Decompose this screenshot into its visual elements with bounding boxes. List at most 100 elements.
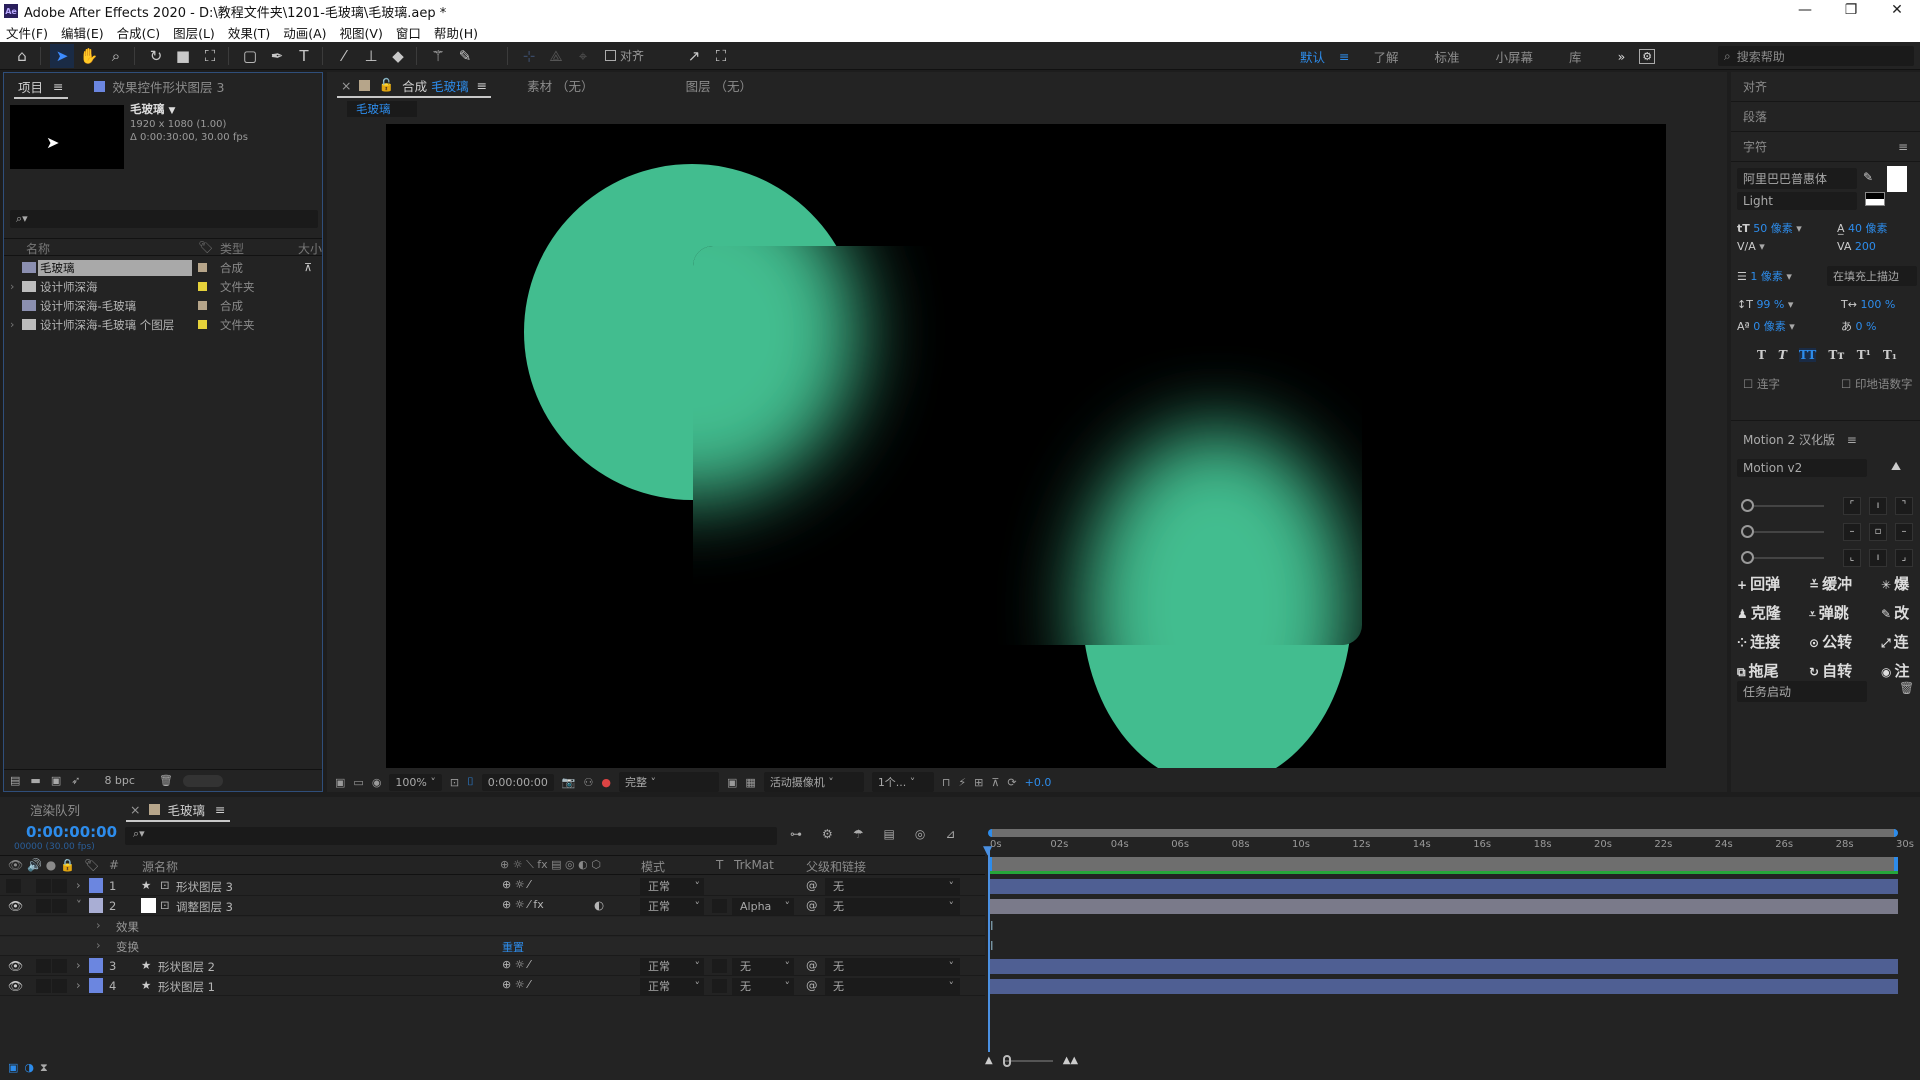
motion-button-burst[interactable]: ✳ 爆 xyxy=(1881,573,1920,594)
menu-composition[interactable]: 合成(C) xyxy=(117,23,160,42)
current-timecode[interactable]: 0:00:00:00 xyxy=(26,823,117,841)
subscript-button[interactable]: T₁ xyxy=(1883,348,1897,362)
project-search-input[interactable]: ⌕▾ xyxy=(10,210,318,228)
column-parent[interactable]: 父级和链接 xyxy=(806,858,866,875)
align-checkbox[interactable]: 对齐 xyxy=(605,47,644,64)
slider-track[interactable] xyxy=(1754,530,1824,533)
faux-bold-button[interactable]: T xyxy=(1757,348,1766,362)
resolution-dropdown[interactable]: 完整 ˅ xyxy=(619,772,719,792)
layer-name[interactable]: 形状图层 1 xyxy=(158,979,215,995)
keyframe-navigator-icon[interactable]: I xyxy=(990,939,994,953)
menu-file[interactable]: 文件(F) xyxy=(6,23,48,42)
all-caps-button[interactable]: TT xyxy=(1798,348,1817,362)
motion-button-orbit[interactable]: ⊙ 公转 xyxy=(1809,631,1881,652)
reset-exposure-icon[interactable]: ⟳ xyxy=(1007,776,1016,789)
adjustment-switch-icon[interactable]: ◐ xyxy=(594,898,604,912)
zoom-slider[interactable]: ▲ ▲▲ xyxy=(985,1054,1078,1067)
exposure-value[interactable]: +0.0 xyxy=(1025,776,1052,789)
delete-icon[interactable]: 🗑 xyxy=(159,774,173,787)
layer-switches[interactable]: ⊕ ☼ ⁄ fx xyxy=(502,898,544,911)
chevron-right-icon[interactable]: › xyxy=(96,918,101,932)
column-mode[interactable]: 模式 xyxy=(641,858,665,875)
anchor-point-button[interactable]: ⌞ xyxy=(1843,549,1861,567)
solo-toggle[interactable] xyxy=(36,979,51,993)
panel-menu-icon[interactable]: ≡ xyxy=(1898,132,1908,162)
layer-row[interactable]: 👁 ˅ 2 ⊡ 调整图层 3 ⊕ ☼ ⁄ fx ◐ 正常 ˅ Alpha ˅ @ 无 ˅ xyxy=(0,897,985,916)
anchor-point-button[interactable]: ▫ xyxy=(1869,523,1887,541)
draft-3d-icon[interactable]: ⚙ xyxy=(822,827,833,841)
fast-preview-icon[interactable]: ▣ xyxy=(727,776,737,789)
fast-previews-icon[interactable]: ⚡ xyxy=(958,776,966,789)
shy-layers-icon[interactable]: ☂ xyxy=(853,827,864,841)
slider-knob[interactable] xyxy=(1741,499,1754,512)
layer-property-group[interactable]: › 效果 xyxy=(0,917,985,936)
workspace-learn[interactable]: 了解 xyxy=(1374,47,1399,66)
baseline-shift-field[interactable]: Aª 0 像素 ▾ xyxy=(1737,318,1795,334)
region-icon[interactable]: ⊡ xyxy=(450,776,459,789)
anchor-point-button[interactable]: ⌟ xyxy=(1895,549,1913,567)
puppet-pin-tool-icon[interactable]: ✎ xyxy=(453,44,477,68)
motion-version-dropdown[interactable]: Motion v2 xyxy=(1737,459,1867,477)
zoom-out-icon[interactable]: ▲ xyxy=(985,1055,993,1066)
home-icon[interactable]: ⌂ xyxy=(10,44,34,68)
project-item[interactable]: 毛玻璃 合成 ⊼ xyxy=(4,258,322,277)
local-axis-icon[interactable]: ⊹ xyxy=(517,44,541,68)
transparency-icon[interactable]: ▦ xyxy=(745,776,755,789)
anchor-point-button[interactable]: ı xyxy=(1869,497,1887,515)
layer-row[interactable]: 👁 › 4 ★ 形状图层 1 ⊕ ☼ ⁄ 正常 ˅ 无 ˅ @ 无 ˅ xyxy=(0,977,985,996)
channels-icon[interactable]: ● xyxy=(601,776,611,789)
display-icon[interactable]: ▭ xyxy=(353,776,363,789)
view-axis-icon[interactable]: ⌖ xyxy=(571,44,595,68)
layer-switches[interactable]: ⊕ ☼ ⁄ xyxy=(502,978,530,991)
stroke-mode-dropdown[interactable]: 在填充上描边 xyxy=(1827,266,1917,286)
lock-toggle[interactable] xyxy=(52,959,67,973)
slider-track[interactable] xyxy=(1754,556,1824,559)
graph-editor-icon[interactable]: ⊿ xyxy=(945,827,955,841)
brush-tool-icon[interactable]: ⁄ xyxy=(332,44,356,68)
preserve-transparency-toggle[interactable] xyxy=(712,959,727,973)
layer-duration-bar[interactable] xyxy=(988,899,1898,914)
visibility-toggle[interactable] xyxy=(6,879,21,893)
motion-slider[interactable] xyxy=(1741,551,1824,564)
snap-icon[interactable]: ↗ xyxy=(682,44,706,68)
tab-effect-controls[interactable]: 效果控件形状图层 3 xyxy=(93,73,224,99)
trash-icon[interactable]: 🗑 xyxy=(1899,681,1914,695)
more-workspaces-icon[interactable]: » xyxy=(1618,49,1626,64)
parent-dropdown[interactable]: 无 ˅ xyxy=(825,978,960,995)
show-snapshot-icon[interactable]: ⚇ xyxy=(584,776,594,789)
snapshot-toggle-icon[interactable]: ▣ xyxy=(335,776,345,789)
solo-toggle[interactable] xyxy=(36,879,51,893)
anchor-point-button[interactable]: – xyxy=(1895,523,1913,541)
workspace-standard[interactable]: 标准 xyxy=(1435,47,1460,66)
snap-options-icon[interactable]: ⛶ xyxy=(709,44,733,68)
tracking-field[interactable]: VA 200 xyxy=(1837,240,1876,253)
visibility-eye-icon[interactable]: 👁 xyxy=(8,979,23,993)
panel-menu-icon[interactable]: ≡ xyxy=(1847,433,1857,447)
layer-switches-toggle-icon[interactable]: ▣ xyxy=(8,1061,18,1075)
task-dropdown[interactable]: 任务启动 xyxy=(1737,681,1867,702)
slider-knob[interactable] xyxy=(1741,525,1754,538)
type-tool-icon[interactable]: T xyxy=(292,44,316,68)
zoom-tool-icon[interactable]: ⌕ xyxy=(104,44,128,68)
current-time-field[interactable]: 0:00:00:00 xyxy=(481,773,554,791)
menu-help[interactable]: 帮助(H) xyxy=(434,23,478,42)
column-source-name[interactable]: 源名称 xyxy=(142,858,178,875)
motion-button-pencil[interactable]: ✎ 改 xyxy=(1881,602,1920,623)
reset-link[interactable]: 重置 xyxy=(502,939,524,955)
parent-dropdown[interactable]: 无 ˅ xyxy=(825,898,960,915)
label-column-icon[interactable]: 🏷 xyxy=(84,858,99,872)
slider-knob[interactable] xyxy=(1741,551,1754,564)
visibility-eye-icon[interactable]: 👁 xyxy=(8,899,23,913)
chevron-down-icon[interactable]: ˅ xyxy=(76,898,82,912)
composition-flowchart-icon[interactable]: ⊶ xyxy=(790,827,802,841)
layer-duration-bar[interactable] xyxy=(988,879,1898,894)
frame-blending-icon[interactable]: ▤ xyxy=(884,827,895,841)
world-axis-icon[interactable]: ⟁ xyxy=(544,44,568,68)
preserve-transparency-toggle[interactable] xyxy=(712,979,727,993)
motion-button-clone[interactable]: ♟ 克隆 xyxy=(1737,602,1809,623)
slider-track[interactable] xyxy=(1754,504,1824,507)
search-help-input[interactable]: ⌕ 搜索帮助 xyxy=(1718,46,1914,66)
parent-pickwhip-icon[interactable]: @ xyxy=(806,898,818,912)
blend-mode-dropdown[interactable]: 正常 ˅ xyxy=(640,978,704,995)
playhead[interactable] xyxy=(988,847,990,1052)
